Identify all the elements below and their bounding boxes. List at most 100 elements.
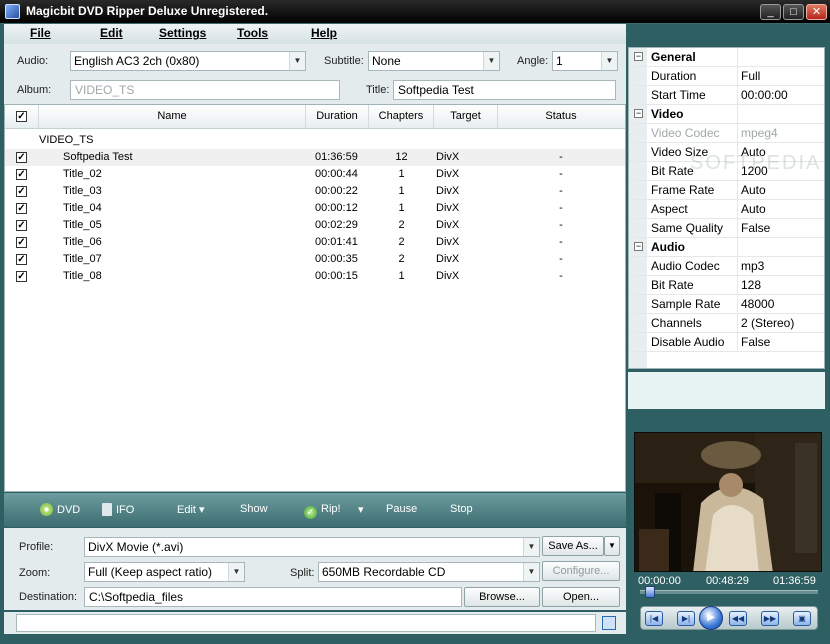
property-category[interactable]: − Video [629, 105, 824, 124]
property-row[interactable]: Bit Rate 128 [629, 276, 824, 295]
snapshot-icon[interactable]: ▣ [793, 611, 811, 626]
collapse-icon[interactable]: − [634, 109, 643, 118]
property-row[interactable]: Audio Codec mp3 [629, 257, 824, 276]
property-row[interactable]: Channels 2 (Stereo) [629, 314, 824, 333]
subtitle-select[interactable]: None ▼ [368, 51, 500, 71]
table-row[interactable]: ✓ Title_05 00:02:29 2 DivX - [5, 217, 625, 234]
edit-dropdown-button[interactable]: Edit ▾ [177, 503, 205, 516]
row-checkbox[interactable]: ✓ [16, 169, 27, 180]
destination-field[interactable]: C:\Softpedia_files [84, 587, 462, 607]
column-name[interactable]: Name [39, 105, 306, 128]
collapse-icon[interactable]: − [634, 52, 643, 61]
rewind-icon[interactable]: ◀◀ [729, 611, 747, 626]
audio-select[interactable]: English AC3 2ch (0x80) ▼ [70, 51, 306, 71]
select-all-checkbox[interactable]: ✓ [16, 111, 27, 122]
stop-button[interactable]: Stop [450, 503, 473, 515]
row-checkbox[interactable]: ✓ [16, 203, 27, 214]
seek-bar[interactable] [640, 590, 818, 594]
property-value[interactable]: mp3 [741, 259, 764, 273]
property-category[interactable]: − Audio [629, 238, 824, 257]
open-button[interactable]: Open... [542, 587, 620, 607]
table-row[interactable]: ✓ Softpedia Test 01:36:59 12 DivX - [5, 149, 625, 166]
property-row[interactable]: Video Codec mpeg4 [629, 124, 824, 143]
collapse-icon[interactable]: − [634, 242, 643, 251]
ifo-button[interactable]: IFO [102, 503, 134, 516]
row-duration: 00:00:12 [315, 202, 358, 214]
subtitle-label: Subtitle: [324, 55, 364, 67]
profile-select[interactable]: DivX Movie (*.avi) ▼ [84, 537, 540, 557]
property-row[interactable]: Frame Rate Auto [629, 181, 824, 200]
show-button[interactable]: Show [240, 503, 268, 515]
minimize-button[interactable]: _ [760, 4, 781, 20]
rip-button[interactable]: ✓ Rip! [304, 503, 341, 519]
column-status[interactable]: Status [498, 105, 624, 128]
menu-edit[interactable]: Edit [100, 26, 123, 40]
profile-select-value: DivX Movie (*.avi) [88, 540, 184, 554]
row-name: Title_04 [63, 202, 102, 214]
step-forward-icon[interactable]: ▶| [677, 611, 695, 626]
row-checkbox[interactable]: ✓ [16, 237, 27, 248]
property-category[interactable]: − General [629, 48, 824, 67]
zoom-select[interactable]: Full (Keep aspect ratio) ▼ [84, 562, 245, 582]
rip-options-dropdown[interactable]: ▾ [358, 503, 364, 516]
dvd-button[interactable]: DVD [40, 503, 80, 516]
album-field[interactable]: VIDEO_TS [70, 80, 340, 100]
play-button[interactable]: ▶ [699, 606, 723, 630]
close-button[interactable]: ✕ [806, 4, 827, 20]
row-checkbox[interactable]: ✓ [16, 254, 27, 265]
property-row[interactable]: Disable Audio False [629, 333, 824, 352]
restore-window-icon[interactable] [602, 616, 616, 630]
fast-forward-icon[interactable]: ▶▶ [761, 611, 779, 626]
table-row[interactable]: ✓ Title_07 00:00:35 2 DivX - [5, 251, 625, 268]
table-row[interactable]: ✓ Title_02 00:00:44 1 DivX - [5, 166, 625, 183]
table-row[interactable]: ✓ Title_03 00:00:22 1 DivX - [5, 183, 625, 200]
configure-button[interactable]: Configure... [542, 561, 620, 581]
property-row[interactable]: Same Quality False [629, 219, 824, 238]
tree-root-row[interactable]: VIDEO_TS [5, 132, 625, 149]
angle-select-value: 1 [556, 54, 563, 68]
row-checkbox[interactable]: ✓ [16, 220, 27, 231]
browse-button[interactable]: Browse... [464, 587, 540, 607]
column-divider [737, 219, 738, 238]
property-value[interactable]: False [741, 221, 770, 235]
row-checkbox[interactable]: ✓ [16, 152, 27, 163]
menu-tools[interactable]: Tools [237, 26, 268, 40]
column-target[interactable]: Target [434, 105, 498, 128]
menu-file[interactable]: File [30, 26, 51, 40]
property-value[interactable]: 2 (Stereo) [741, 316, 794, 330]
skip-back-icon[interactable]: |◀ [645, 611, 663, 626]
property-value[interactable]: False [741, 335, 770, 349]
seek-handle[interactable] [645, 586, 656, 598]
column-duration[interactable]: Duration [306, 105, 369, 128]
property-row[interactable]: Duration Full [629, 67, 824, 86]
row-chapters: 1 [398, 202, 405, 214]
save-as-button[interactable]: Save As... [542, 536, 604, 556]
property-value[interactable]: 48000 [741, 297, 774, 311]
property-value[interactable]: 128 [741, 278, 761, 292]
menu-help[interactable]: Help [311, 26, 337, 40]
property-value[interactable]: Auto [741, 183, 766, 197]
table-row[interactable]: ✓ Title_04 00:00:12 1 DivX - [5, 200, 625, 217]
property-value[interactable]: 00:00:00 [741, 88, 788, 102]
table-row[interactable]: ✓ Title_06 00:01:41 2 DivX - [5, 234, 625, 251]
row-checkbox[interactable]: ✓ [16, 271, 27, 282]
property-row[interactable]: Start Time 00:00:00 [629, 86, 824, 105]
maximize-button[interactable]: □ [783, 4, 804, 20]
property-row[interactable]: Aspect Auto [629, 200, 824, 219]
column-chapters[interactable]: Chapters [369, 105, 434, 128]
save-as-dropdown[interactable]: ▼ [604, 536, 620, 556]
title-field[interactable]: Softpedia Test [393, 80, 616, 100]
property-value[interactable]: mpeg4 [741, 126, 778, 140]
property-row[interactable]: Sample Rate 48000 [629, 295, 824, 314]
app-icon [5, 4, 20, 19]
property-value[interactable]: Full [741, 69, 760, 83]
pause-button[interactable]: Pause [386, 503, 417, 515]
angle-select[interactable]: 1 ▼ [552, 51, 618, 71]
zoom-label: Zoom: [19, 567, 51, 579]
property-value[interactable]: Auto [741, 202, 766, 216]
watermark: SOFTPEDIA [690, 152, 822, 174]
table-row[interactable]: ✓ Title_08 00:00:15 1 DivX - [5, 268, 625, 285]
menu-settings[interactable]: Settings [159, 26, 206, 40]
row-checkbox[interactable]: ✓ [16, 186, 27, 197]
split-select[interactable]: 650MB Recordable CD ▼ [318, 562, 540, 582]
